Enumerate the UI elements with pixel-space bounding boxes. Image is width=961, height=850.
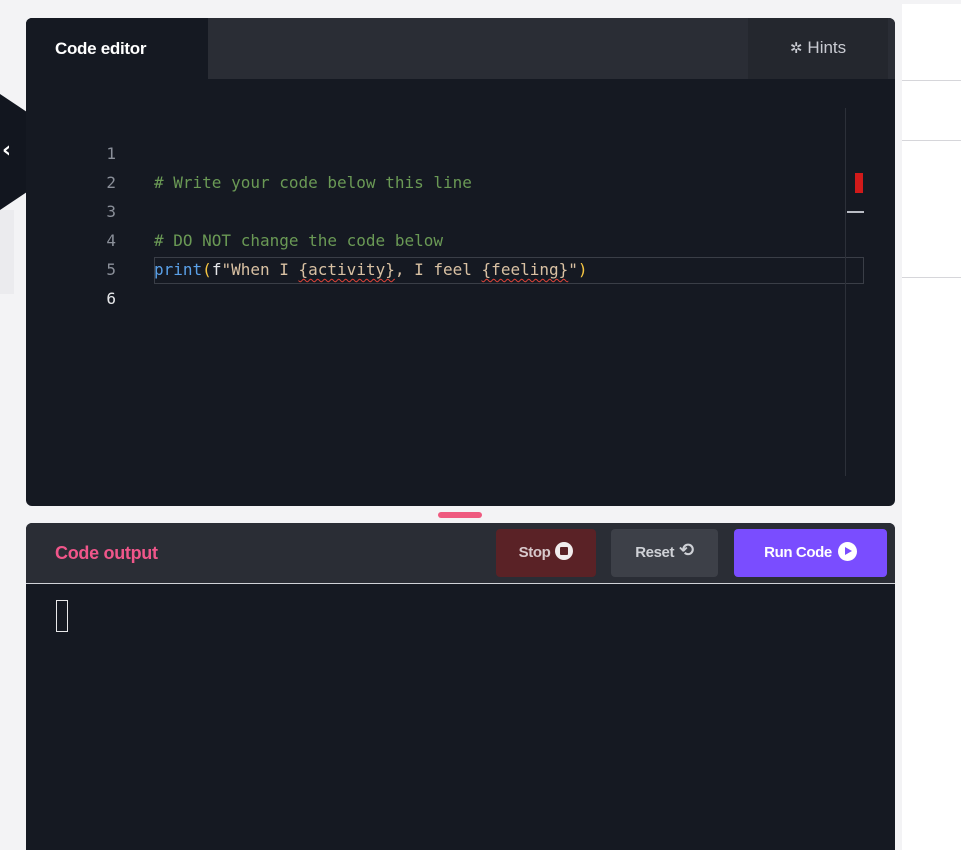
line-number-active: 6: [106, 289, 116, 308]
editor-header: Code editor ✲ Hints: [26, 18, 895, 79]
output-title: Code output: [55, 543, 158, 563]
stop-button[interactable]: Stop: [496, 529, 596, 577]
code-line: 1 # Write your code below this line: [26, 110, 866, 192]
divider: [902, 140, 961, 141]
run-code-button[interactable]: Run Code: [734, 529, 887, 577]
code-line: 4 print(f"When I {activity}, I feel {fee…: [26, 197, 866, 279]
stop-label: Stop: [518, 544, 551, 561]
code-line: 2: [26, 139, 866, 192]
terminal-cursor[interactable]: [56, 600, 68, 632]
play-icon: [837, 541, 857, 561]
divider: [902, 277, 961, 278]
divider: [902, 80, 961, 81]
current-line-highlight: [154, 257, 864, 284]
reset-button[interactable]: Reset ⟲: [611, 529, 718, 577]
tab-code-editor[interactable]: Code editor: [26, 18, 208, 79]
stop-icon: [555, 542, 574, 561]
code-output-panel: Code output Stop Reset ⟲ Run Code: [26, 523, 895, 850]
editor-scrollbar[interactable]: [845, 108, 846, 476]
hints-button[interactable]: ✲ Hints: [748, 18, 888, 79]
lightbulb-icon: ✲: [789, 39, 803, 57]
code-editor-panel: Code editor ✲ Hints 1 # Write your code b…: [26, 18, 895, 506]
code-line: 3 # DO NOT change the code below: [26, 168, 866, 250]
hints-label: Hints: [807, 38, 847, 57]
reset-label: Reset: [635, 544, 675, 561]
panel-resize-handle[interactable]: [438, 512, 482, 518]
collapse-sidebar-button[interactable]: ‹: [0, 94, 26, 210]
reset-icon: ⟲: [679, 540, 694, 562]
output-header: Code output Stop Reset ⟲ Run Code: [26, 523, 895, 584]
sidebar-edge: [0, 210, 14, 294]
cursor-position-marker: [847, 211, 864, 213]
run-label: Run Code: [764, 544, 832, 561]
code-text-area[interactable]: 1 # Write your code below this line 2 3 …: [26, 79, 895, 506]
page-content-fragment: [902, 0, 961, 850]
chevron-left-icon: ‹: [2, 138, 12, 163]
code-line: 5: [26, 226, 866, 279]
error-marker[interactable]: [855, 173, 863, 193]
page-top-strip: [902, 0, 961, 4]
